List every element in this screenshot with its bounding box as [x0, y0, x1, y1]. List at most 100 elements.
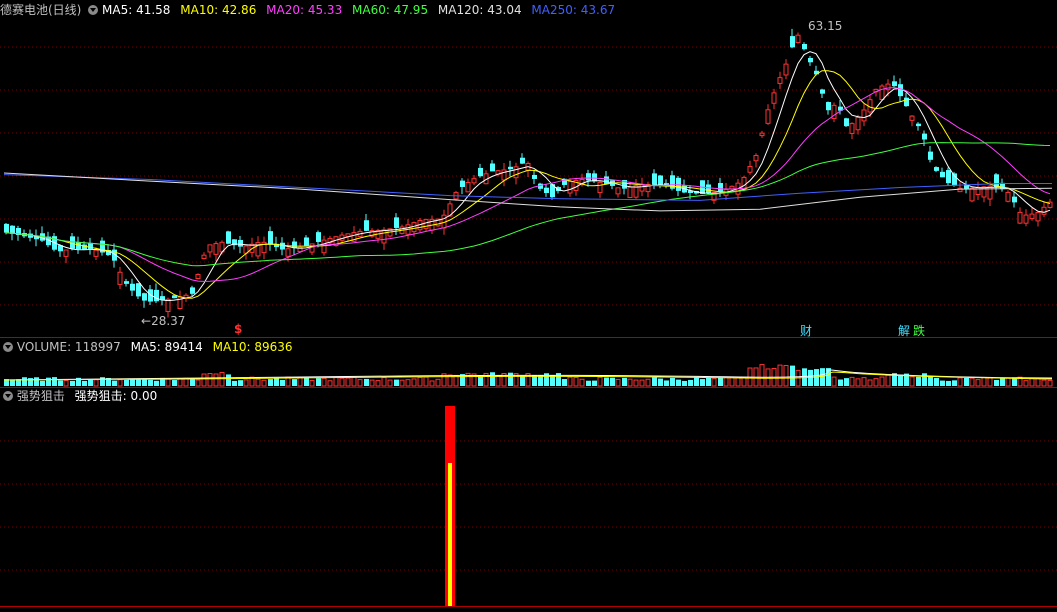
volume-bar [1047, 379, 1053, 387]
candle-body [130, 283, 135, 291]
volume-bar [351, 376, 357, 387]
candle-body [753, 155, 759, 162]
candle-body [63, 249, 69, 257]
volume-bar [790, 365, 795, 386]
volume-bar [759, 364, 765, 387]
price-panel[interactable]: 德赛电池(日线) MA5: 41.58 MA10: 42.86 MA20: 45… [0, 0, 1057, 338]
volume-bar [532, 375, 537, 386]
volume-bar [670, 377, 675, 386]
indicator-chart[interactable] [0, 388, 1057, 612]
candle-body [946, 170, 951, 184]
volume-bar [40, 380, 45, 386]
volume-bar [729, 376, 735, 387]
candle-body [928, 151, 933, 160]
volume-bar [831, 376, 837, 387]
volume-bar [855, 378, 861, 387]
candle-body [316, 232, 321, 242]
candle-body [718, 183, 723, 192]
volume-bar [255, 378, 261, 387]
candle-body [922, 133, 927, 140]
candle-body [1005, 191, 1011, 202]
volume-bar [987, 377, 993, 387]
volume-panel[interactable]: VOLUME: 118997 MA5: 89414 MA10: 89636 [0, 338, 1057, 388]
volume-bar [369, 379, 375, 387]
volume-bar [88, 379, 93, 386]
marker-cai[interactable]: 财 [800, 322, 812, 339]
volume-bar [1029, 377, 1035, 387]
candle-body [465, 181, 471, 193]
volume-bar [777, 364, 783, 387]
candle-body [820, 89, 825, 94]
volume-bar [597, 376, 603, 387]
candle-body [93, 249, 99, 257]
volume-bar [429, 380, 435, 387]
candle-body [364, 220, 369, 231]
volume-bar [562, 379, 567, 386]
volume-bar [394, 379, 399, 386]
volume-bar [718, 377, 723, 386]
indicator-panel[interactable]: 强势狙击 强势狙击: 0.00 [0, 388, 1057, 612]
volume-bar [700, 379, 705, 386]
volume-bar [520, 375, 525, 386]
candle-body [195, 274, 201, 279]
candle-body [934, 167, 939, 171]
volume-bar [622, 377, 627, 386]
candle-body [916, 123, 921, 127]
candle-body [826, 102, 831, 111]
volume-bar [148, 379, 153, 386]
volume-menu-icon[interactable] [3, 342, 13, 352]
candle-body [981, 186, 987, 198]
volume-ma10: MA10: 89636 [212, 340, 293, 354]
volume-bar [952, 380, 957, 386]
volume-bar [844, 378, 849, 386]
candle-body [321, 239, 327, 254]
marker-jie[interactable]: 解 [898, 322, 910, 339]
candle-body [604, 176, 609, 184]
ma60-label: MA60: 47.95 [352, 3, 429, 17]
volume-bar [946, 380, 951, 386]
ma20-line [5, 87, 1051, 282]
indicator-value: 强势狙击: 0.00 [74, 389, 158, 403]
marker-dollar[interactable]: $ [234, 322, 242, 336]
volume-bar [154, 380, 159, 386]
candle-body [706, 184, 711, 194]
volume-bar [508, 372, 513, 386]
volume-bar [226, 374, 231, 386]
ma20-label: MA20: 45.33 [266, 3, 343, 17]
low-price-value: 28.37 [151, 314, 186, 328]
ma5-label: MA5: 41.58 [102, 3, 171, 17]
volume-bar [711, 378, 717, 387]
volume-bar [136, 378, 141, 386]
candle-body [520, 157, 525, 164]
volume-bar [639, 379, 645, 387]
candle-body [765, 109, 771, 124]
candle-body [1017, 211, 1023, 224]
volume-bar [916, 376, 921, 386]
volume-bar [934, 377, 939, 386]
candle-body [658, 175, 663, 186]
candle-body [460, 180, 465, 187]
indicator-title: 强势狙击 [16, 389, 65, 403]
candle-body [544, 187, 549, 194]
indicator-menu-icon[interactable] [88, 5, 99, 15]
candle-body [879, 85, 885, 101]
price-chart[interactable] [0, 0, 1057, 338]
candle-body [844, 118, 849, 127]
indicator-settings-icon[interactable] [3, 391, 13, 401]
volume-bar [658, 378, 663, 386]
price-legend: 德赛电池(日线) MA5: 41.58 MA10: 42.86 MA20: 45… [0, 2, 615, 18]
candle-body [490, 163, 495, 172]
candle-body [909, 115, 915, 121]
volume-bar [615, 378, 621, 387]
volume-bar [723, 377, 729, 387]
volume-bar [309, 380, 315, 387]
marker-die[interactable]: 跌 [913, 322, 925, 339]
indicator-legend: 强势狙击 强势狙击: 0.00 [0, 388, 157, 404]
volume-bar [592, 380, 597, 386]
volume-bar [627, 378, 633, 387]
candle-body [795, 34, 801, 44]
ma250-label: MA250: 43.67 [531, 3, 616, 17]
volume-bar [826, 368, 831, 386]
volume-bar [735, 377, 741, 387]
volume-bar [957, 377, 963, 387]
